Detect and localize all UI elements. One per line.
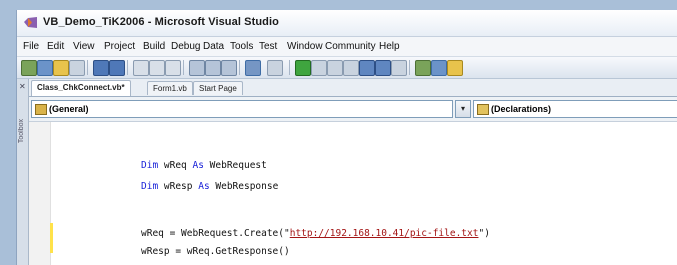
menu-window[interactable]: Window xyxy=(287,41,323,52)
code-line: wReq = WebRequest.Create("http://192.168… xyxy=(141,228,490,239)
toolbar-separator xyxy=(183,60,184,75)
object-browser-icon[interactable] xyxy=(415,60,431,76)
undo-icon[interactable] xyxy=(245,60,261,76)
toolbar-separator xyxy=(87,60,88,75)
visual-studio-window: VB_Demo_TiK2006 - Microsoft Visual Studi… xyxy=(16,10,677,265)
change-indicator-bar xyxy=(50,223,53,253)
url-string-link[interactable]: http://192.168.10.41/pic-file.txt xyxy=(290,228,479,239)
start-page-icon[interactable] xyxy=(447,60,463,76)
open-file-icon[interactable] xyxy=(69,60,85,76)
code-text: ") xyxy=(478,228,490,239)
start-debugging-icon[interactable] xyxy=(295,60,311,76)
keyword: Dim xyxy=(141,160,159,171)
find-icon[interactable] xyxy=(359,60,375,76)
menu-project[interactable]: Project xyxy=(104,41,135,52)
general-icon xyxy=(35,104,47,115)
menu-test[interactable]: Test xyxy=(259,41,277,52)
indent-icon[interactable] xyxy=(221,60,237,76)
redo-icon[interactable] xyxy=(267,60,283,76)
pause-icon[interactable] xyxy=(311,60,327,76)
menu-bar: File Edit View Project Build Debug Data … xyxy=(17,37,677,57)
solution-explorer-icon[interactable] xyxy=(375,60,391,76)
comment-icon[interactable] xyxy=(189,60,205,76)
declarations-icon xyxy=(477,104,489,115)
navigation-bar: (General) ▾ (Declarations) xyxy=(29,97,677,122)
toolbar-separator xyxy=(127,60,128,75)
add-item-icon[interactable] xyxy=(37,60,53,76)
visual-studio-logo-icon xyxy=(24,17,37,28)
class-dropdown-arrow-icon[interactable]: ▾ xyxy=(455,100,471,118)
open-folder-icon[interactable] xyxy=(53,60,69,76)
type-name: WebRequest xyxy=(203,160,267,171)
code-line: Dim wResp As WebResponse xyxy=(141,181,278,192)
code-editor[interactable]: Dim wReq As WebRequest Dim wResp As WebR… xyxy=(29,122,677,265)
code-text: wResp = wReq.GetResponse() xyxy=(141,246,290,257)
paste-icon[interactable] xyxy=(165,60,181,76)
menu-view[interactable]: View xyxy=(73,41,95,52)
menu-debug[interactable]: Debug xyxy=(171,41,200,52)
copy-icon[interactable] xyxy=(149,60,165,76)
code-text: wReq = WebRequest.Create(" xyxy=(141,228,290,239)
editor-gutter xyxy=(29,122,51,265)
toolbox-sidebar[interactable]: ✕ Toolbox xyxy=(17,79,29,265)
menu-tools[interactable]: Tools xyxy=(230,41,253,52)
tab-form1[interactable]: Form1.vb xyxy=(147,81,193,95)
step-icon[interactable] xyxy=(343,60,359,76)
menu-build[interactable]: Build xyxy=(143,41,165,52)
document-tabs: Class_ChkConnect.vb* Form1.vb Start Page xyxy=(29,79,677,97)
standard-toolbar xyxy=(17,57,677,79)
add-project-icon[interactable] xyxy=(21,60,37,76)
toolbox-sidebar-label: Toolbox xyxy=(18,119,25,144)
menu-edit[interactable]: Edit xyxy=(47,41,64,52)
title-bar[interactable]: VB_Demo_TiK2006 - Microsoft Visual Studi… xyxy=(17,10,677,37)
identifier: wReq xyxy=(158,160,193,171)
toolbox-icon[interactable] xyxy=(431,60,447,76)
uncomment-icon[interactable] xyxy=(205,60,221,76)
keyword: As xyxy=(198,181,210,192)
properties-icon[interactable] xyxy=(391,60,407,76)
type-name: WebResponse xyxy=(209,181,279,192)
window-title: VB_Demo_TiK2006 - Microsoft Visual Studi… xyxy=(43,16,279,28)
keyword: Dim xyxy=(141,181,159,192)
pin-icon[interactable]: ✕ xyxy=(19,82,26,91)
tab-class-chkconnect[interactable]: Class_ChkConnect.vb* xyxy=(31,80,131,96)
method-name-dropdown[interactable]: (Declarations) xyxy=(473,100,677,118)
class-name-dropdown[interactable]: (General) xyxy=(31,100,453,118)
stop-icon[interactable] xyxy=(327,60,343,76)
menu-community[interactable]: Community xyxy=(325,41,376,52)
identifier: wResp xyxy=(158,181,199,192)
code-line: Dim wReq As WebRequest xyxy=(141,160,267,171)
toolbar-separator xyxy=(289,60,290,75)
save-icon[interactable] xyxy=(93,60,109,76)
tab-start-page[interactable]: Start Page xyxy=(193,81,243,95)
keyword: As xyxy=(192,160,204,171)
menu-file[interactable]: File xyxy=(23,41,39,52)
save-all-icon[interactable] xyxy=(109,60,125,76)
cut-icon[interactable] xyxy=(133,60,149,76)
class-name-value: (General) xyxy=(49,104,89,114)
menu-help[interactable]: Help xyxy=(379,41,400,52)
code-line: wResp = wReq.GetResponse() xyxy=(141,246,290,257)
menu-data[interactable]: Data xyxy=(203,41,224,52)
method-name-value: (Declarations) xyxy=(491,104,552,114)
toolbar-separator xyxy=(239,60,240,75)
toolbar-separator xyxy=(409,60,410,75)
